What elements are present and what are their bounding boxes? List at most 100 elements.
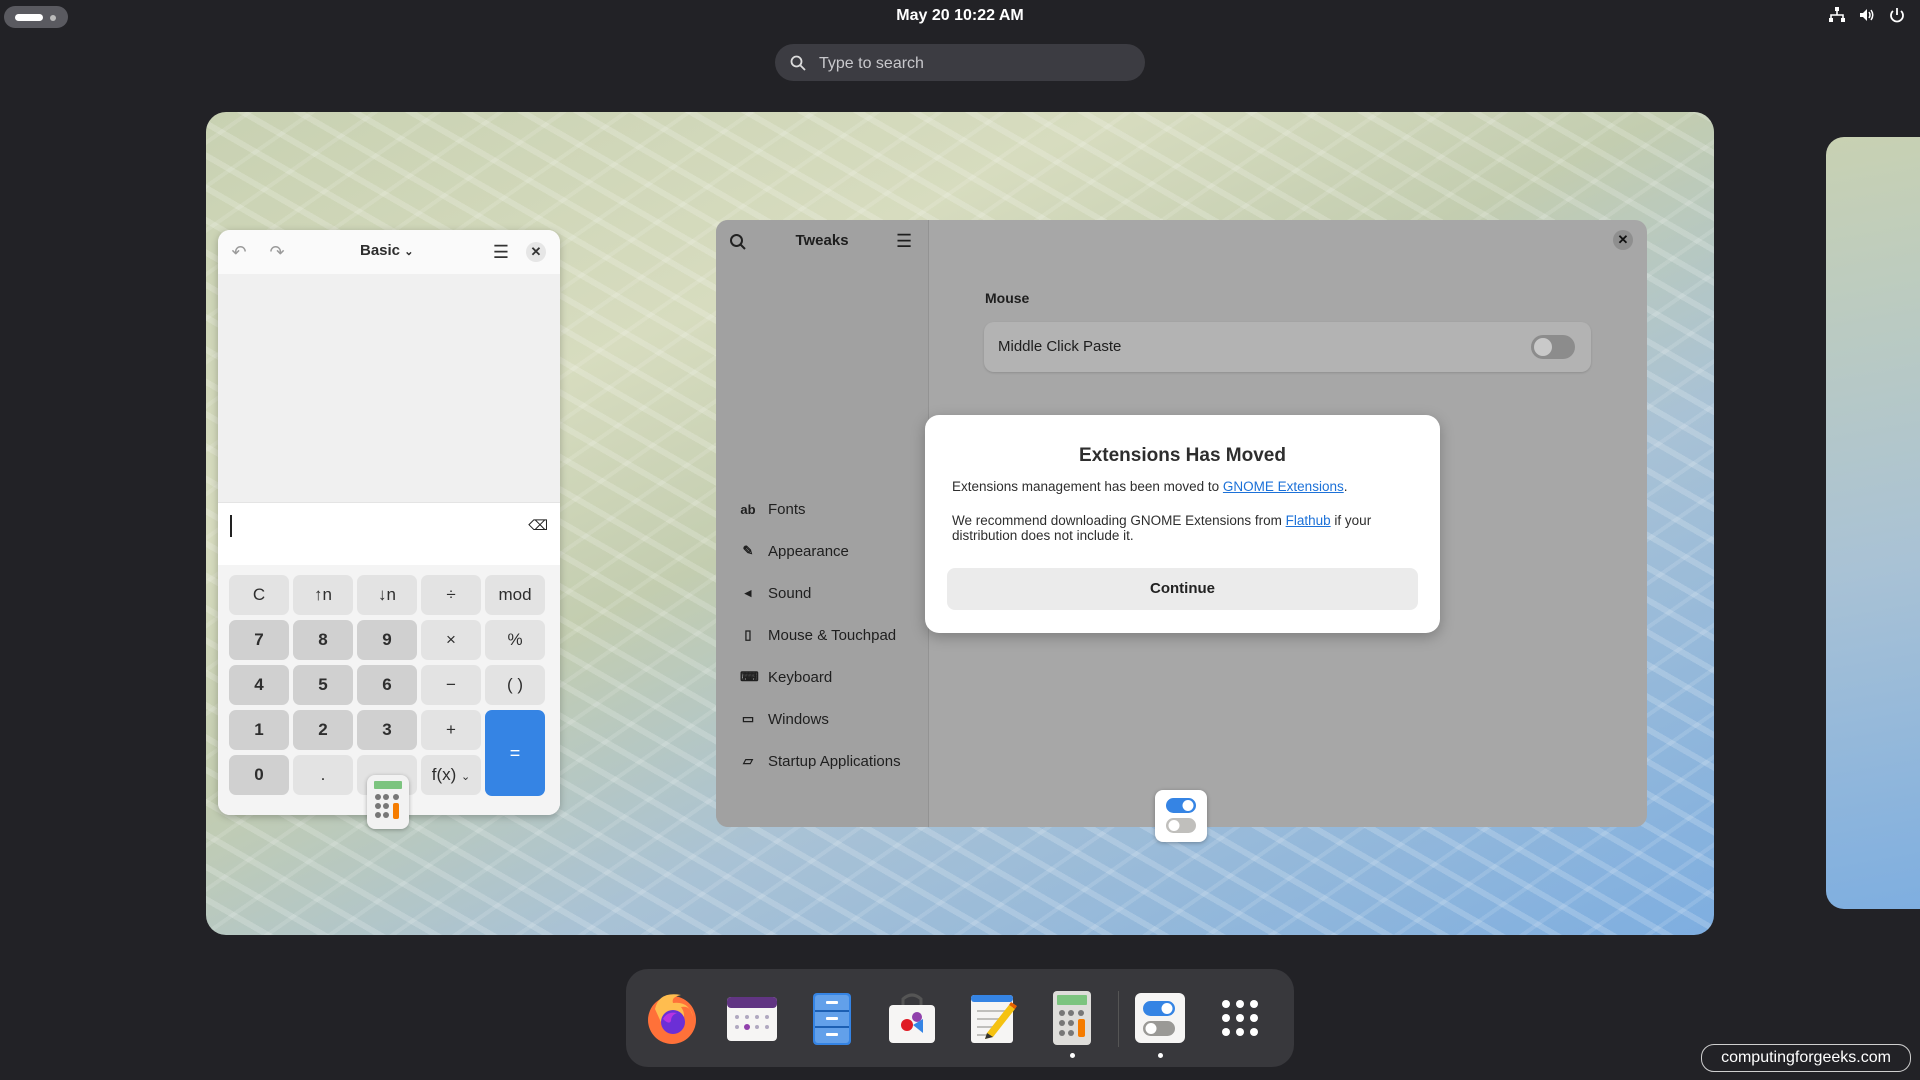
section-heading: Mouse (985, 290, 1030, 306)
dialog-text: We recommend downloading GNOME Extension… (952, 513, 1286, 528)
key-parentheses[interactable]: ( ) (485, 665, 545, 705)
sidebar-item-sound[interactable]: ◂ Sound (740, 581, 812, 605)
extensions-moved-dialog: Extensions Has Moved Extensions manageme… (925, 415, 1440, 633)
continue-button[interactable]: Continue (947, 568, 1418, 610)
sidebar-item-startup-applications[interactable]: ▱ Startup Applications (740, 749, 901, 773)
key-4[interactable]: 4 (229, 665, 289, 705)
menu-icon[interactable]: ☰ (490, 241, 512, 263)
key-decimal[interactable]: . (293, 755, 353, 795)
key-shift-left[interactable]: ↑n (293, 575, 353, 615)
key-3[interactable]: 3 (357, 710, 417, 750)
key-percent[interactable]: % (485, 620, 545, 660)
mode-label: Basic (360, 242, 401, 259)
redo-icon[interactable]: ↷ (266, 241, 288, 263)
next-workspace-preview[interactable] (1826, 137, 1920, 909)
backspace-icon[interactable]: ⌫ (528, 517, 548, 534)
key-6[interactable]: 6 (357, 665, 417, 705)
flathub-link[interactable]: Flathub (1286, 513, 1331, 528)
key-function-menu[interactable]: f(x) ⌄ (421, 755, 481, 795)
search-entry[interactable] (775, 44, 1145, 83)
watermark: computingforgeeks.com (1701, 1044, 1911, 1072)
running-indicator (1158, 1053, 1163, 1058)
files-icon[interactable] (801, 987, 863, 1049)
firefox-icon[interactable] (641, 987, 703, 1049)
key-9[interactable]: 9 (357, 620, 417, 660)
sidebar-item-keyboard[interactable]: ⌨ Keyboard (740, 665, 832, 689)
sidebar-item-fonts[interactable]: ab Fonts (740, 497, 806, 521)
mode-selector[interactable]: Basic ⌄ (360, 242, 413, 259)
calculator-headerbar: ↶ ↷ Basic ⌄ ☰ ✕ (218, 230, 560, 274)
folder-icon: ▱ (743, 753, 753, 768)
key-subtract[interactable]: − (421, 665, 481, 705)
key-multiply[interactable]: × (421, 620, 481, 660)
sidebar-headerbar: Tweaks ☰ (716, 220, 928, 264)
sidebar-item-windows[interactable]: ▭ Windows (740, 707, 829, 731)
sidebar-item-label: Startup Applications (768, 752, 901, 770)
key-5[interactable]: 5 (293, 665, 353, 705)
tweaks-icon[interactable] (1129, 987, 1191, 1049)
palette-icon: ✎ (742, 543, 754, 558)
undo-icon[interactable]: ↶ (228, 241, 250, 263)
dialog-title: Extensions Has Moved (1079, 445, 1286, 466)
key-1[interactable]: 1 (229, 710, 289, 750)
close-icon[interactable]: ✕ (526, 242, 546, 262)
close-icon[interactable]: ✕ (1613, 230, 1633, 250)
sidebar-item-label: Appearance (768, 542, 849, 560)
calculator-window[interactable]: ↶ ↷ Basic ⌄ ☰ ✕ ⌫ C ↑n ↓n ÷ mod 7 8 9 × … (218, 230, 560, 815)
app-grid-icon[interactable] (1209, 987, 1271, 1049)
key-equals[interactable]: = (485, 710, 545, 796)
history-area (218, 274, 560, 502)
fonts-icon: ab (740, 501, 756, 517)
search-input[interactable] (817, 44, 1121, 83)
content-headerbar (928, 220, 1647, 264)
search-icon (790, 55, 806, 71)
speaker-icon: ◂ (744, 585, 752, 600)
middle-click-paste-row[interactable]: Middle Click Paste (984, 322, 1591, 372)
keyboard-icon: ⌨ (740, 669, 759, 684)
middle-click-paste-switch[interactable] (1531, 335, 1575, 359)
key-divide[interactable]: ÷ (421, 575, 481, 615)
text-editor-icon[interactable] (961, 987, 1023, 1049)
switch-knob (1534, 338, 1552, 356)
dash-dock (626, 969, 1294, 1067)
key-8[interactable]: 8 (293, 620, 353, 660)
sidebar-item-label: Mouse & Touchpad (768, 626, 897, 644)
sidebar-item-mouse-touchpad[interactable]: ▯ Mouse & Touchpad (740, 623, 896, 647)
key-2[interactable]: 2 (293, 710, 353, 750)
calculator-icon[interactable] (1041, 987, 1103, 1049)
calculator-entry[interactable]: ⌫ (218, 502, 560, 566)
key-7[interactable]: 7 (229, 620, 289, 660)
key-shift-right[interactable]: ↓n (357, 575, 417, 615)
function-label: f(x) (431, 765, 457, 784)
volume-icon (1860, 9, 1874, 21)
menu-icon[interactable]: ☰ (896, 231, 912, 252)
key-clear[interactable]: C (229, 575, 289, 615)
running-indicator (1070, 1053, 1075, 1058)
monitor-icon: ▭ (741, 711, 755, 726)
gnome-extensions-link[interactable]: GNOME Extensions (1223, 479, 1344, 494)
key-add[interactable]: + (421, 710, 481, 750)
sidebar-item-label: Keyboard (768, 668, 833, 686)
row-label: Middle Click Paste (998, 338, 1122, 355)
sidebar-item-appearance[interactable]: ✎ Appearance (740, 539, 849, 563)
dialog-body-2: We recommend downloading GNOME Extension… (952, 513, 1422, 543)
mouse-icon: ▯ (744, 627, 752, 642)
calendar-icon[interactable] (721, 987, 783, 1049)
chevron-down-icon: ⌄ (404, 246, 414, 258)
chevron-down-icon: ⌄ (461, 771, 471, 783)
network-icon (1829, 7, 1845, 22)
tweaks-app-badge-icon (1155, 790, 1207, 842)
system-menu[interactable] (1828, 6, 1906, 24)
software-icon[interactable] (881, 987, 943, 1049)
sidebar-item-label: Fonts (768, 500, 806, 518)
dialog-body-1: Extensions management has been moved to … (952, 479, 1422, 494)
key-mod[interactable]: mod (485, 575, 545, 615)
sidebar-item-label: Windows (768, 710, 829, 728)
key-0[interactable]: 0 (229, 755, 289, 795)
clock[interactable]: May 20 10:22 AM (0, 7, 1920, 25)
dialog-text: . (1343, 479, 1348, 494)
dock-separator (1118, 991, 1119, 1047)
calculator-app-badge-icon (367, 775, 409, 829)
top-bar: May 20 10:22 AM (0, 0, 1920, 32)
text-caret (230, 515, 232, 537)
